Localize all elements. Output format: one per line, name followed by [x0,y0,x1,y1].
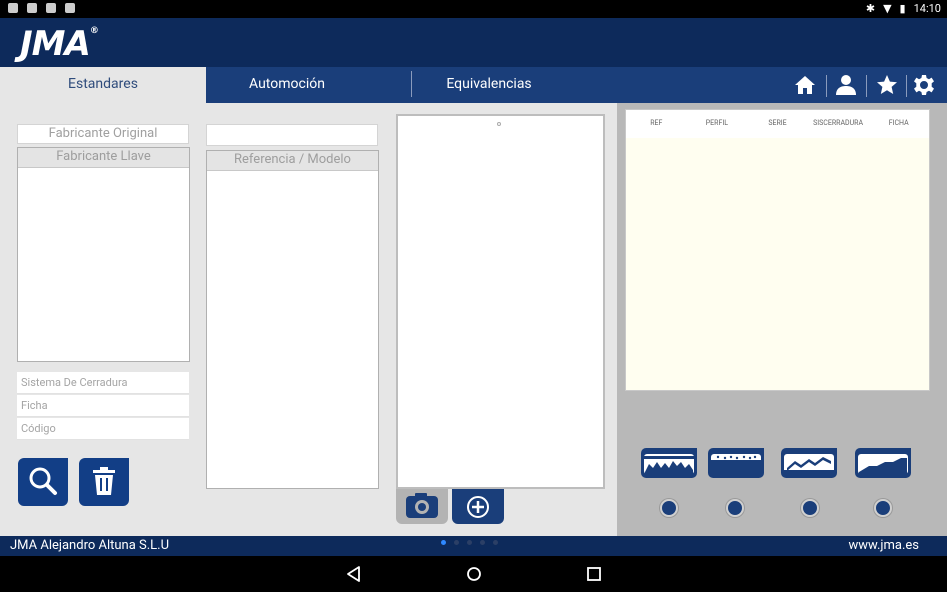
wifi-icon: ▼ [883,2,892,15]
page-dot [480,540,485,545]
company-name: JMA Alejandro Altuna S.L.U [10,538,170,553]
search-icon [29,467,57,495]
flat-key-profile-icon [644,454,694,474]
camera-icon [406,493,438,518]
dimple-key-profile-icon [711,454,761,474]
tubular-key-profile-icon [858,454,908,474]
fabricante-llave-header: Fabricante Llave [18,148,189,168]
page-dot [467,540,472,545]
page-indicator [441,540,498,545]
model-search-input[interactable] [206,124,378,146]
tab-equivalencias[interactable]: Equivalencias [412,67,566,103]
android-icon [46,3,56,13]
page-dot [454,540,459,545]
tab-estandares[interactable]: Estandares [0,67,206,103]
key-type-2-radio[interactable] [726,499,744,517]
key-type-4-radio[interactable] [874,499,892,517]
icon-divider [906,75,907,97]
column-serie[interactable]: SERIE [747,110,808,138]
tab-bar: Estandares Automoción Equivalencias [0,67,947,103]
page-dot-active [441,540,446,545]
results-table-header: REF PERFIL SERIE SISCERRADURA FICHA [626,110,929,138]
add-button[interactable] [452,489,504,524]
key-type-4-button[interactable] [855,448,911,478]
icon-divider [866,75,867,97]
gallery-icon [27,3,37,13]
star-icon[interactable] [875,73,899,97]
delete-button[interactable] [79,458,129,506]
column-siscerradura[interactable]: SISCERRADURA [808,110,869,138]
image-placeholder-dot [497,122,501,126]
column-ref[interactable]: REF [626,110,687,138]
results-table[interactable]: REF PERFIL SERIE SISCERRADURA FICHA [625,109,930,391]
recents-icon[interactable] [585,565,603,583]
referencia-modelo-list[interactable]: Referencia / Modelo [206,150,379,489]
plus-circle-icon [467,496,489,518]
bluetooth-icon: ✱ [865,2,876,15]
back-icon[interactable] [345,565,363,583]
fabricante-original-input[interactable]: Fabricante Original [17,124,189,144]
key-type-3-radio[interactable] [801,499,819,517]
key-image-viewer[interactable] [396,114,605,489]
ficha-field[interactable]: Ficha [17,395,189,417]
website-link[interactable]: www.jma.es [848,538,919,553]
referencia-modelo-header: Referencia / Modelo [207,151,378,171]
tab-automocion[interactable]: Automoción [206,67,368,103]
key-type-2-button[interactable] [708,448,764,478]
page-dot [493,540,498,545]
key-type-3-button[interactable] [781,448,837,478]
app-footer: JMA Alejandro Altuna S.L.U www.jma.es [0,536,947,556]
sistema-cerradura-field[interactable]: Sistema De Cerradura [17,372,189,394]
trash-icon [93,467,115,495]
laser-key-profile-icon [784,454,834,474]
notification-icon [8,3,18,13]
app-header: JMA® [0,18,947,67]
gear-icon[interactable] [912,73,936,97]
play-store-icon [65,3,75,13]
camera-button[interactable] [396,489,448,524]
search-button[interactable] [18,458,68,506]
jma-logo: JMA® [20,24,99,64]
icon-divider [826,75,827,97]
user-icon[interactable] [834,73,858,97]
key-type-1-radio[interactable] [660,499,678,517]
codigo-field[interactable]: Código [17,418,189,440]
home-icon[interactable] [793,73,817,97]
fabricante-llave-list[interactable]: Fabricante Llave [17,147,190,362]
home-nav-icon[interactable] [465,565,483,583]
clock: 14:10 [913,2,941,15]
battery-icon: ▮ [899,2,906,15]
column-perfil[interactable]: PERFIL [687,110,748,138]
column-ficha[interactable]: FICHA [868,110,929,138]
status-bar: ✱ ▼ ▮ 14:10 [0,0,947,18]
android-navigation-bar [0,556,947,592]
key-type-1-button[interactable] [641,448,697,478]
